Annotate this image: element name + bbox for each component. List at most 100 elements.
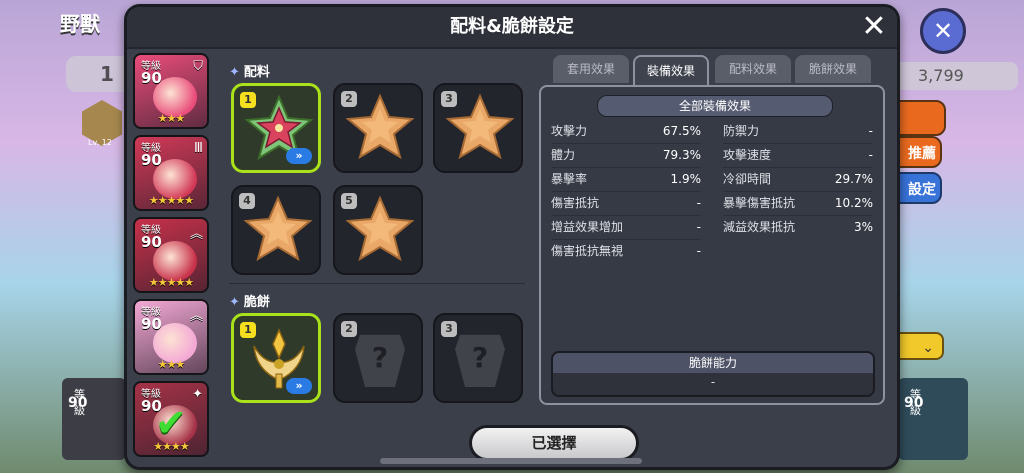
- more-icon[interactable]: »: [286, 148, 312, 164]
- stat-name: 暴擊率: [551, 172, 588, 186]
- check-icon: ✔: [155, 401, 187, 445]
- stat-name: 傷害抵抗無視: [551, 244, 624, 258]
- locked-slot-icon: ?: [355, 334, 405, 387]
- stat-value: -: [696, 244, 701, 258]
- background-level-badge-text: Lv. 12: [88, 138, 112, 147]
- stat-row: 傷害抵抗 -: [551, 191, 701, 215]
- stat-value: 1.9%: [670, 172, 702, 186]
- stat-name: 防禦力: [723, 124, 760, 138]
- stat-value: 79.3%: [662, 148, 701, 162]
- stat-row: 暴擊傷害抵抗 10.2%: [723, 191, 873, 215]
- locked-slot-icon: ?: [455, 334, 505, 387]
- character-level: 90: [141, 151, 162, 169]
- stat-separator: [551, 239, 701, 240]
- stat-value: 67.5%: [662, 124, 701, 138]
- slot-number: 2: [341, 321, 357, 337]
- tart-slot-2[interactable]: ? 2: [333, 313, 423, 403]
- character-stars: ★★★★★: [148, 276, 194, 289]
- background-bottom-right-card[interactable]: 等級 90: [898, 378, 968, 460]
- stat-row: 防禦力 -: [723, 119, 873, 143]
- stats-title: 全部裝備效果: [597, 95, 833, 117]
- toppings-section-label: ✦ 配料: [229, 65, 270, 80]
- star-icon: ✦: [192, 387, 203, 402]
- tart-ability-title: 脆餅能力: [553, 353, 873, 373]
- background-bottom-left-card[interactable]: 等級 90: [62, 378, 126, 460]
- character-card[interactable]: 等級 90 ︽ ★★★: [133, 299, 209, 375]
- stat-separator: [723, 215, 873, 216]
- stat-row: 減益效果抵抗 3%: [723, 215, 873, 239]
- modal-title: 配料&脆餅設定: [450, 16, 574, 37]
- close-icon[interactable]: ✕: [857, 9, 891, 44]
- topping-slot-2[interactable]: 2: [333, 83, 423, 173]
- slot-number: 2: [341, 91, 357, 107]
- stat-name: 增益效果增加: [551, 220, 624, 234]
- character-list: 等級 90 ⛉ ★★★ 等級 90 Ⅲ ★★★★★ 等級 90 ︽ ★★★★★ …: [133, 51, 213, 459]
- background-title: 野獸: [60, 12, 100, 36]
- slot-number: 1: [240, 92, 256, 108]
- scrollbar[interactable]: [380, 458, 642, 464]
- topping-slot-1[interactable]: 1 »: [231, 83, 321, 173]
- slot-number: 4: [239, 193, 255, 209]
- character-stars: ★★★: [157, 358, 186, 371]
- stat-separator: [723, 167, 873, 168]
- stat-value: 29.7%: [834, 172, 873, 186]
- tart-ability-box: 脆餅能力 -: [551, 351, 875, 397]
- stat-row: 增益效果增加 -: [551, 215, 701, 239]
- character-level: 90: [141, 233, 162, 251]
- character-card[interactable]: 等級 90 Ⅲ ★★★★★: [133, 135, 209, 211]
- stat-name: 攻擊力: [551, 124, 588, 138]
- slot-number: 3: [441, 321, 457, 337]
- chevron-down-icon: ⌄: [922, 340, 934, 356]
- background-bl-level-label: 等級: [74, 388, 85, 417]
- stat-row: 暴擊率 1.9%: [551, 167, 701, 191]
- sparkle-icon: ✦: [229, 65, 240, 80]
- selected-button[interactable]: 已選擇: [469, 425, 639, 461]
- stat-value: 3%: [853, 220, 873, 234]
- shield-icon: ⛉: [193, 59, 203, 74]
- stat-value: -: [696, 220, 701, 234]
- character-level: 90: [141, 69, 162, 87]
- stat-row: 攻擊力 67.5%: [551, 119, 701, 143]
- topping-slot-3[interactable]: 3: [433, 83, 523, 173]
- stat-value: 10.2%: [834, 196, 873, 210]
- stat-separator: [551, 143, 701, 144]
- character-card[interactable]: 等級 90 ⛉ ★★★: [133, 53, 209, 129]
- rank-icon: Ⅲ: [194, 141, 203, 156]
- tart-section-label: ✦ 脆餅: [229, 295, 270, 310]
- stat-name: 傷害抵抗: [551, 196, 600, 210]
- topping-slot-5[interactable]: 5: [333, 185, 423, 275]
- more-icon[interactable]: »: [286, 378, 312, 394]
- stat-name: 冷卻時間: [723, 172, 772, 186]
- tab-tart-effects[interactable]: 脆餅效果: [795, 55, 871, 83]
- chevron-up-icon: ︽: [189, 309, 203, 324]
- tab-applied-effects[interactable]: 套用效果: [553, 55, 629, 83]
- stat-name: 減益效果抵抗: [723, 220, 796, 234]
- tab-topping-effects[interactable]: 配料效果: [715, 55, 791, 83]
- character-card[interactable]: 等級 90 ︽ ★★★★★: [133, 217, 209, 293]
- stat-row: 攻擊速度 -: [723, 143, 873, 167]
- background-close-icon[interactable]: ✕: [920, 8, 966, 54]
- stat-name: 攻擊速度: [723, 148, 772, 162]
- stat-value: -: [868, 124, 873, 138]
- tart-slot-3[interactable]: ? 3: [433, 313, 523, 403]
- stat-row: 傷害抵抗無視 -: [551, 239, 701, 263]
- chevron-up-icon: ︽: [189, 227, 203, 242]
- tart-ability-value: -: [710, 375, 716, 389]
- stat-separator: [551, 167, 701, 168]
- slot-number: 3: [441, 91, 457, 107]
- background-count: 1: [100, 62, 114, 86]
- stat-name: 暴擊傷害抵抗: [723, 196, 796, 210]
- topping-tart-settings-modal: 配料&脆餅設定 ✕ 等級 90 ⛉ ★★★ 等級 90 Ⅲ ★★★★★ 等級 9…: [124, 4, 900, 470]
- topping-slot-4[interactable]: 4: [231, 185, 321, 275]
- section-divider: [229, 283, 525, 284]
- stat-separator: [723, 143, 873, 144]
- character-stars: ★★★★: [153, 440, 189, 453]
- character-card-selected[interactable]: 等級 90 ✦ ✔ ★★★★: [133, 381, 209, 457]
- tab-equip-effects[interactable]: 裝備效果: [633, 55, 709, 85]
- character-level: 90: [141, 315, 162, 333]
- tart-slot-1[interactable]: 1 »: [231, 313, 321, 403]
- background-value: 3,799: [882, 62, 1018, 90]
- background-br-level-label: 等級: [910, 388, 921, 417]
- stat-separator: [551, 215, 701, 216]
- slot-number: 5: [341, 193, 357, 209]
